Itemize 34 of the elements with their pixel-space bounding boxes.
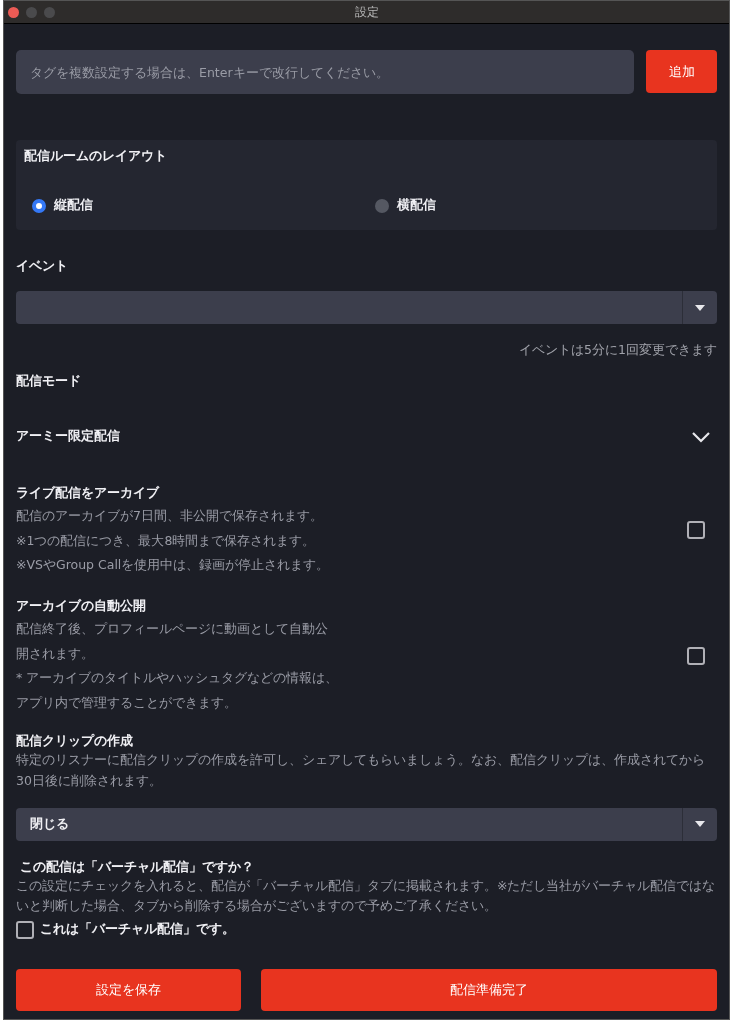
setting-description: 配信のアーカイブが7日間、非公開で保存されます。 — [16, 507, 324, 525]
checkbox[interactable] — [16, 920, 34, 939]
clip-dropdown[interactable]: 閉じる — [16, 807, 717, 841]
setting-description: この設定にチェックを入れると、配信が「バーチャル配信」タブに掲載されます。※ただし当社がバーチャル配信ではないと判断した場合、タブから削除する場合がございますので予めご了承ください。 — [16, 876, 717, 916]
section-title: イベント — [16, 258, 69, 275]
checkbox-label: これは「バーチャル配信」です。 — [40, 921, 235, 939]
tag-input-field[interactable]: タグを複数設定する場合は、Enterキーで改行してください。 — [16, 50, 634, 94]
setting-title: 配信クリップの作成 — [16, 733, 134, 751]
chevron-down-icon — [691, 430, 711, 443]
section-title: 配信ルームのレイアウト — [24, 148, 168, 165]
setting-description: * アーカイブのタイトルやハッシュタグなどの情報は、 — [16, 669, 339, 688]
setting-description: アプリ内で管理することができます。 — [16, 693, 238, 712]
setting-description: ※1つの配信につき、最大8時間まで保存されます。 — [16, 531, 317, 550]
caret-icon — [695, 821, 705, 828]
caret-icon — [695, 304, 705, 311]
close-button[interactable] — [8, 6, 19, 18]
section-title: 配信モード — [16, 373, 82, 390]
setting-title: ライブ配信をアーカイブ — [16, 485, 161, 502]
ready-button[interactable]: 配信準備完了 — [261, 968, 717, 1011]
setting-title: アーカイブの自動公開 — [16, 597, 147, 615]
setting-description: 開されます。 — [16, 644, 95, 663]
radio-option[interactable]: 縦配信 — [24, 197, 367, 214]
checkbox[interactable] — [687, 646, 705, 665]
setting-description: 配信終了後、プロフィールページに動画として自動公 — [16, 619, 329, 638]
setting-description: ※VSやGroup Callを使用中は、録画が停止されます。 — [16, 556, 330, 575]
radio-option[interactable]: 横配信 — [366, 197, 709, 214]
hint-text: イベントは5分に1回変更できます — [518, 342, 717, 359]
save-button[interactable]: 設定を保存 — [16, 968, 241, 1011]
setting-title: この配信は「バーチャル配信」ですか？ — [19, 858, 255, 876]
add-button[interactable]: 追加 — [646, 50, 717, 93]
window-title: 設定 — [354, 3, 379, 21]
setting-description: 特定のリスナーに配信クリップの作成を許可し、シェアしてもらいましょう。なお、配信クリップは、作成されてから30日後に削除されます。 — [16, 751, 706, 790]
mode-selector[interactable]: アーミー限定配信 — [16, 428, 717, 445]
checkbox[interactable] — [687, 521, 705, 540]
